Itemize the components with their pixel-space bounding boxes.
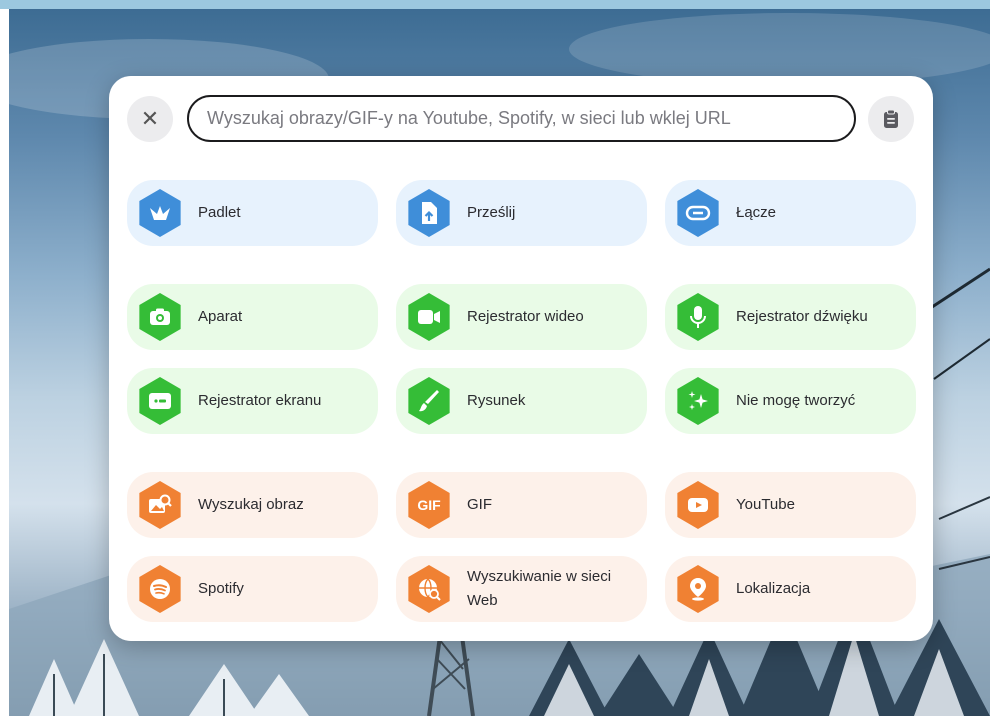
tile-label: Nie mogę tworzyć — [736, 392, 856, 409]
sparkles-icon — [677, 377, 719, 425]
tile-label: Aparat — [198, 308, 243, 325]
youtube-icon — [677, 481, 719, 529]
web-search-icon — [408, 565, 450, 613]
tile-spotify[interactable]: Spotify — [127, 556, 378, 622]
tile-nie-moge-tworzyc[interactable]: Nie mogę tworzyć — [665, 368, 916, 434]
search-input[interactable] — [187, 95, 856, 142]
tile-label: Rysunek — [467, 392, 526, 409]
tile-label: Spotify — [198, 580, 244, 597]
brush-icon — [408, 377, 450, 425]
browser-top-bar — [0, 0, 990, 9]
tile-label: Rejestrator ekranu — [198, 392, 322, 409]
tile-lacze[interactable]: Łącze — [665, 180, 916, 246]
close-icon: ✕ — [140, 106, 160, 132]
tile-rejestrator-dzwieku[interactable]: Rejestrator dźwięku — [665, 284, 916, 350]
tile-label: Rejestrator wideo — [467, 308, 584, 325]
gif-icon: GIF — [408, 481, 450, 529]
tile-padlet[interactable]: Padlet — [127, 180, 378, 246]
spotify-icon — [139, 565, 181, 613]
upload-file-icon — [408, 189, 450, 237]
tile-label: Łącze — [736, 204, 777, 221]
tile-wyszukaj-obraz[interactable]: Wyszukaj obraz — [127, 472, 378, 538]
tile-rejestrator-ekranu[interactable]: Rejestrator ekranu — [127, 368, 378, 434]
tile-label: YouTube — [736, 496, 795, 513]
tile-rejestrator-wideo[interactable]: Rejestrator wideo — [396, 284, 647, 350]
video-camera-icon — [408, 293, 450, 341]
tile-przeslij[interactable]: Prześlij — [396, 180, 647, 246]
close-button[interactable]: ✕ — [127, 96, 173, 142]
link-icon — [677, 189, 719, 237]
paste-button[interactable] — [868, 96, 914, 142]
tile-label: Wyszukiwanie w sieci Web — [467, 568, 612, 609]
tile-aparat[interactable]: Aparat — [127, 284, 378, 350]
tile-label: GIF — [467, 496, 492, 513]
camera-icon — [139, 293, 181, 341]
image-search-icon — [139, 481, 181, 529]
tile-label: Rejestrator dźwięku — [736, 308, 868, 325]
tile-label: Lokalizacja — [736, 580, 811, 597]
padlet-bird-icon — [139, 189, 181, 237]
microphone-icon — [677, 293, 719, 341]
tile-label: Prześlij — [467, 204, 516, 221]
add-content-dialog: ✕ Padlet Prześlij Łącze Aparat — [109, 76, 933, 641]
gif-badge-text: GIF — [417, 497, 441, 513]
tile-lokalizacja[interactable]: Lokalizacja — [665, 556, 916, 622]
screen-record-icon — [139, 377, 181, 425]
tile-wyszukiwanie-w-sieci[interactable]: Wyszukiwanie w sieci Web — [396, 556, 647, 622]
tile-label: Padlet — [198, 204, 241, 221]
tile-youtube[interactable]: YouTube — [665, 472, 916, 538]
location-pin-icon — [677, 565, 719, 613]
tile-gif[interactable]: GIF GIF — [396, 472, 647, 538]
clipboard-icon — [884, 109, 898, 128]
tile-rysunek[interactable]: Rysunek — [396, 368, 647, 434]
tile-label: Wyszukaj obraz — [198, 496, 304, 513]
